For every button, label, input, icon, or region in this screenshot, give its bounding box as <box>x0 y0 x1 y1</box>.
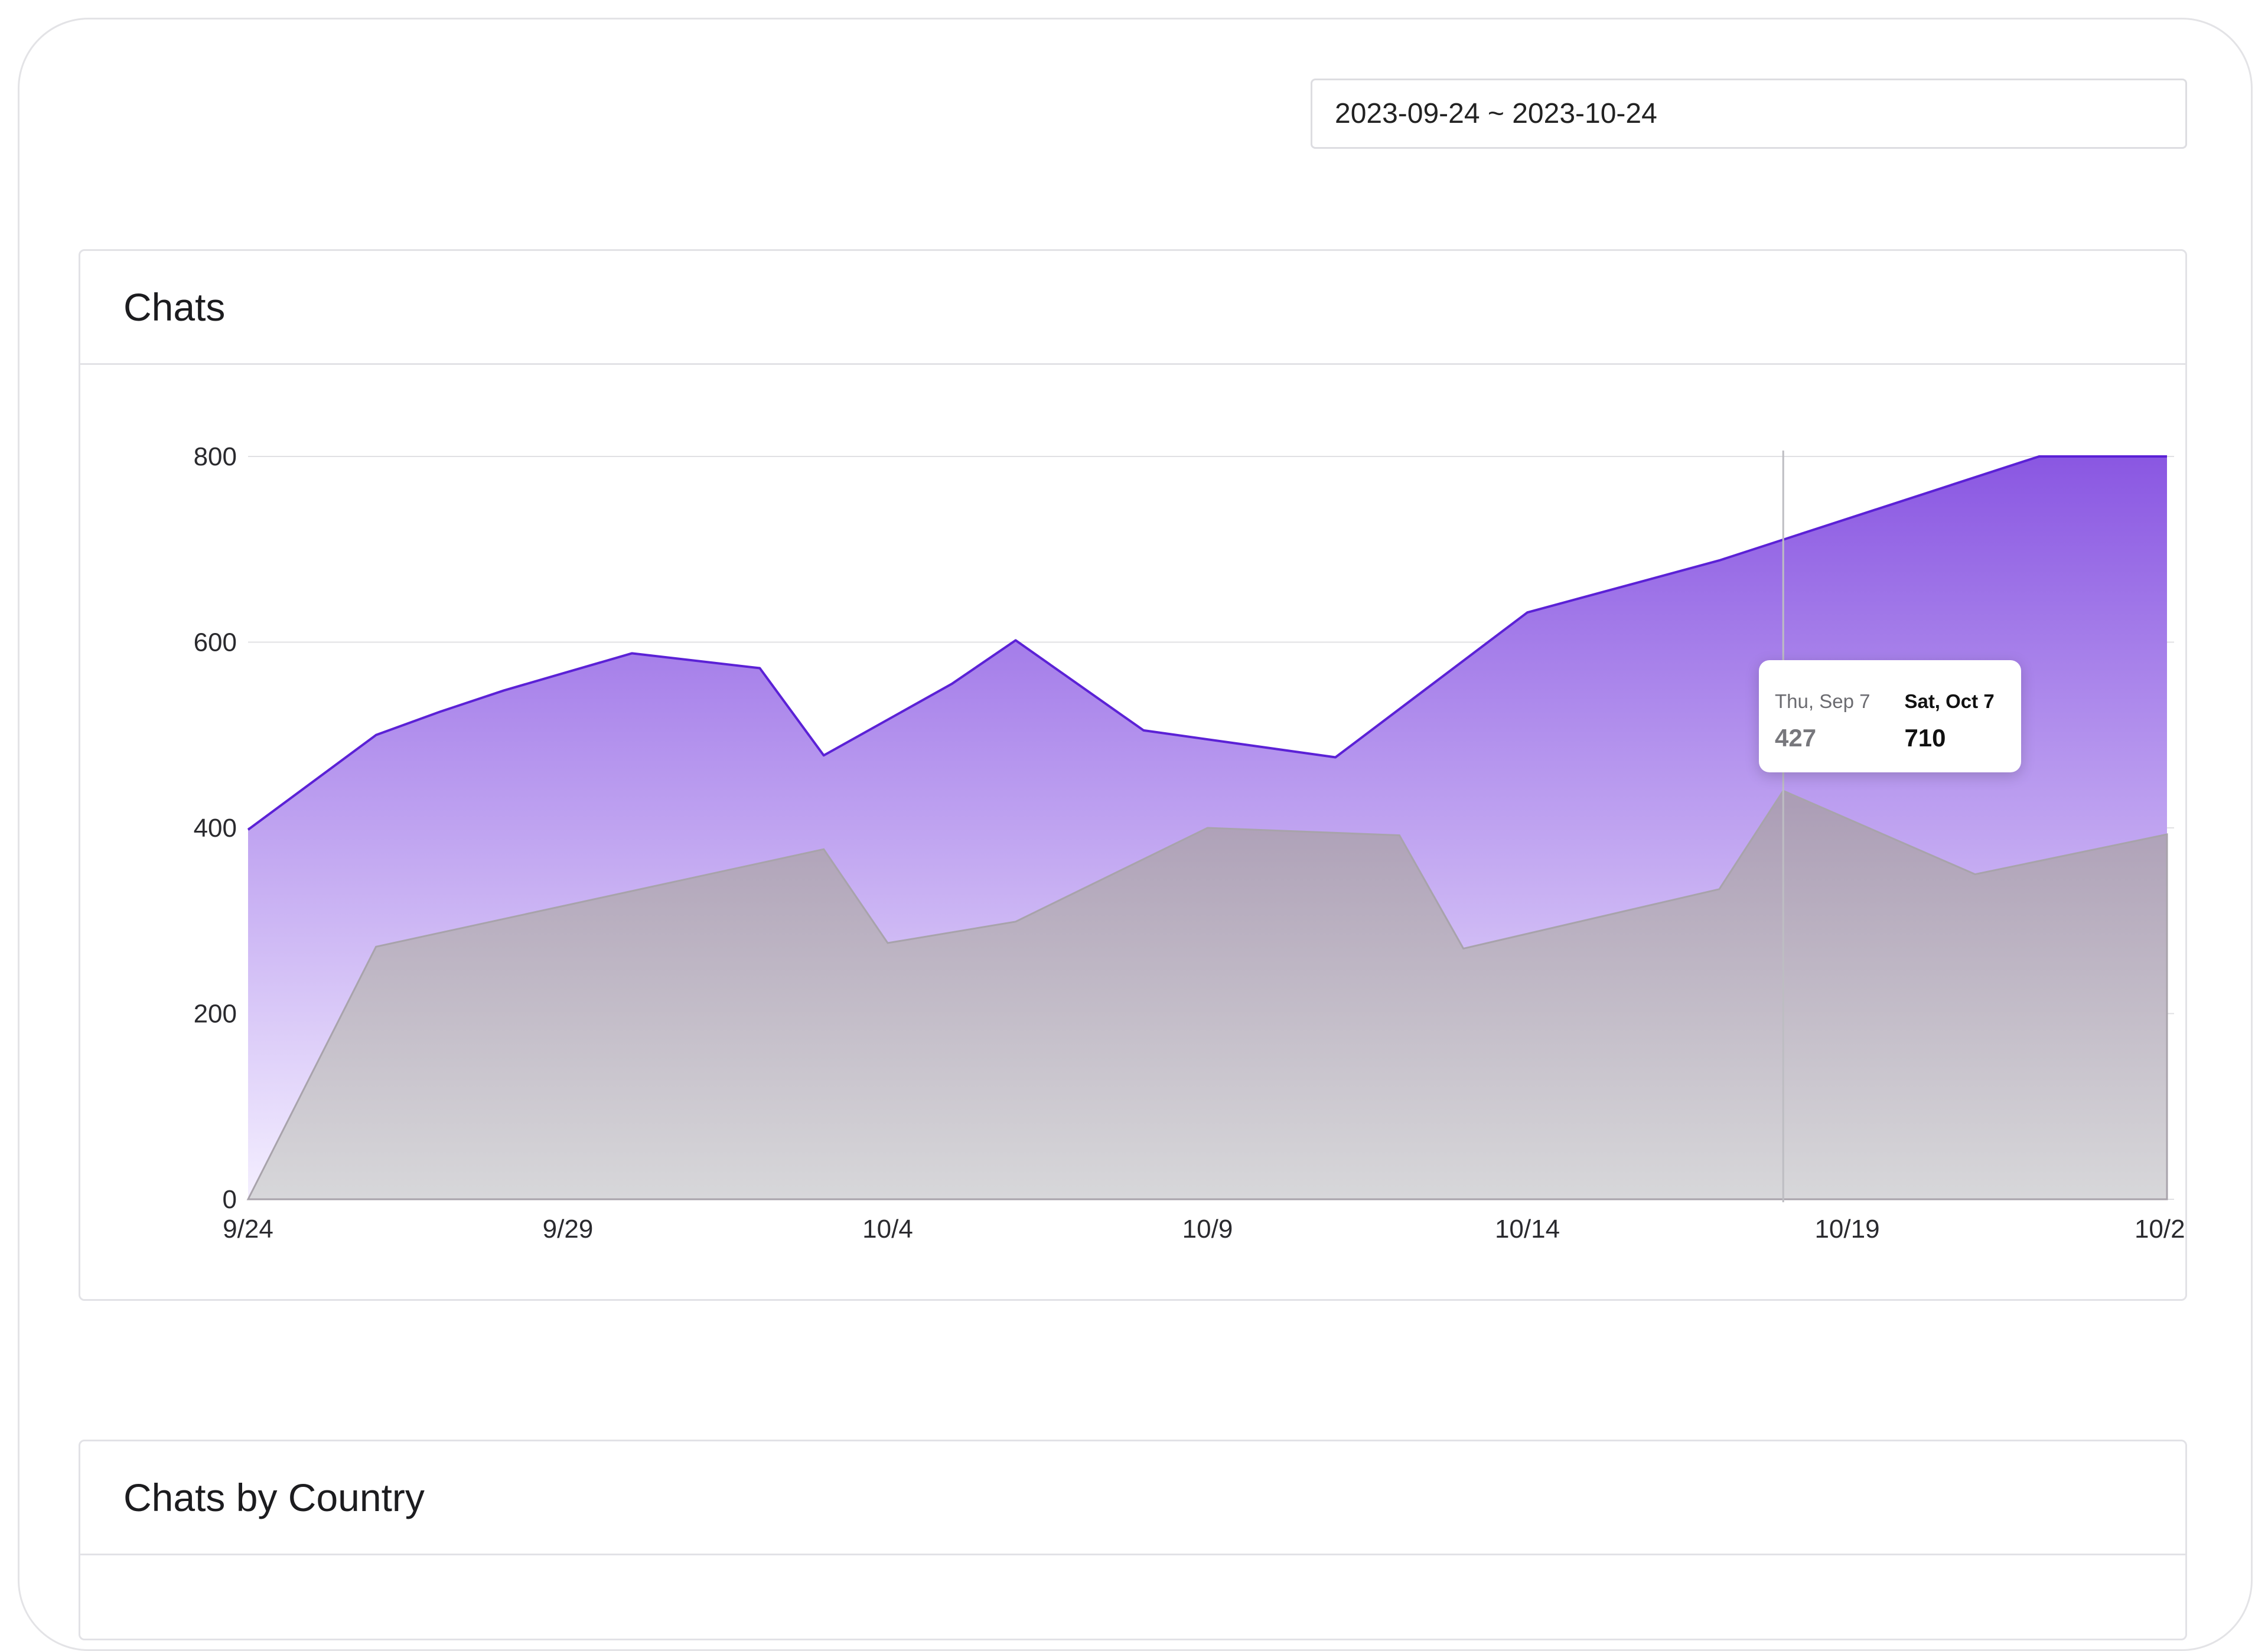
date-range-value: 2023-09-24 ~ 2023-10-24 <box>1335 98 1657 129</box>
x-tick-label: 10/4 <box>862 1215 913 1244</box>
y-tick-label: 600 <box>194 628 237 657</box>
chats-by-country-header: Chats by Country <box>80 1441 2185 1555</box>
y-tick-label: 800 <box>194 442 237 471</box>
tooltip-previous-value: 427 <box>1775 724 1817 752</box>
date-range-picker[interactable]: 2023-09-24 ~ 2023-10-24 <box>1311 79 2187 149</box>
x-tick-label: 10/24 <box>2135 1215 2185 1244</box>
chats-card: Chats 0 200 400 600 800 9/24 9/29 10/4 10/9 10/14… <box>79 249 2187 1301</box>
chats-by-country-card: Chats by Country <box>79 1440 2187 1640</box>
tooltip-previous: Thu, Sep 7 427 <box>1775 690 1870 772</box>
x-tick-label: 10/14 <box>1495 1215 1560 1244</box>
x-tick-label: 10/9 <box>1182 1215 1233 1244</box>
y-tick-label: 200 <box>194 1000 237 1029</box>
chats-chart-svg[interactable]: 0 200 400 600 800 9/24 9/29 10/4 10/9 10/14 10/19 1… <box>80 365 2185 1298</box>
y-tick-label: 0 <box>223 1185 237 1214</box>
x-tick-label: 10/19 <box>1814 1215 1879 1244</box>
chats-card-title: Chats <box>123 285 226 329</box>
chats-card-header: Chats <box>80 251 2185 365</box>
tooltip-current-value: 710 <box>1904 724 1946 752</box>
chats-chart[interactable]: 0 200 400 600 800 9/24 9/29 10/4 10/9 10/14 10/19 1… <box>80 365 2185 1298</box>
tooltip-current: Sat, Oct 7 710 <box>1904 690 1994 772</box>
tooltip-current-date: Sat, Oct 7 <box>1904 690 1995 712</box>
chart-tooltip: Thu, Sep 7 427 Sat, Oct 7 710 <box>1759 660 2021 772</box>
x-tick-label: 9/29 <box>543 1215 594 1244</box>
x-tick-label: 9/24 <box>223 1215 273 1244</box>
tooltip-previous-date: Thu, Sep 7 <box>1775 690 1871 712</box>
chats-by-country-title: Chats by Country <box>123 1476 425 1519</box>
y-tick-label: 400 <box>194 814 237 843</box>
